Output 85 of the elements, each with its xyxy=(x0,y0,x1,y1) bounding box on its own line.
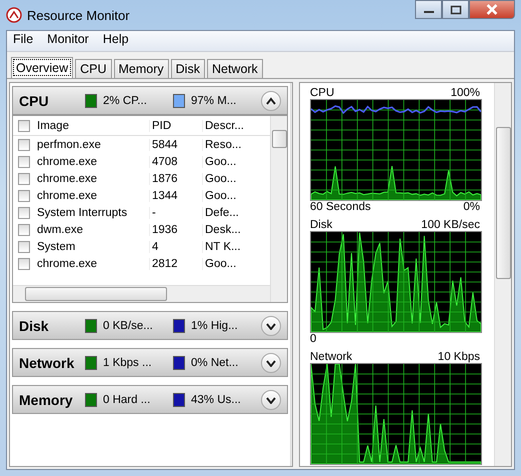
table-cell: System Interrupts xyxy=(35,206,150,218)
table-cell-text: Reso... xyxy=(204,138,242,150)
toggle-button[interactable] xyxy=(261,390,281,410)
graph-title: Network xyxy=(310,351,352,363)
maximize-icon xyxy=(450,4,462,14)
column-header[interactable]: PID xyxy=(150,120,203,132)
section-header[interactable]: Memory 0 Hard ... 43% Us... xyxy=(12,385,288,414)
tab[interactable]: Overview xyxy=(11,57,74,78)
menu-item[interactable]: Monitor xyxy=(47,32,89,50)
table-cell: System xyxy=(35,240,150,252)
chevron-icon xyxy=(266,358,276,366)
table-cell-text: Desk... xyxy=(204,224,242,236)
section-header[interactable]: CPU 2% CP... 97% M... xyxy=(12,86,288,115)
indicator-text: 97% M... xyxy=(191,94,238,106)
table-cell: dwm.exe xyxy=(35,224,150,236)
table-cell: chrome.exe xyxy=(35,172,150,184)
tab[interactable]: Memory xyxy=(114,59,169,78)
section-header[interactable]: Network 1 Kbps ... 0% Net... xyxy=(12,348,288,377)
graph-scale-label: 100% xyxy=(450,87,480,99)
graph-min-label: 0 xyxy=(310,333,316,345)
checkbox[interactable] xyxy=(18,190,30,202)
maximize-button[interactable] xyxy=(442,0,469,19)
table-cell-text: Goo... xyxy=(204,172,238,184)
indicator-text: 0 Hard ... xyxy=(103,394,152,406)
table-cell: 1876 xyxy=(150,172,203,184)
indicator-text: 43% Us... xyxy=(191,394,242,406)
table-cell-text: NT K... xyxy=(204,240,242,252)
checkbox[interactable] xyxy=(18,138,30,150)
section-header[interactable]: Disk 0 KB/se... 1% Hig... xyxy=(12,311,288,340)
tab[interactable]: CPU xyxy=(75,59,112,78)
column-header[interactable]: Image xyxy=(35,120,150,132)
section-title: CPU xyxy=(19,92,50,108)
table-cell: 4708 xyxy=(150,156,203,168)
table-cell-text: Defe... xyxy=(204,206,240,218)
close-button[interactable] xyxy=(469,0,515,19)
section-title: Network xyxy=(19,354,76,370)
indicator-text: 0% Net... xyxy=(191,356,240,368)
table-cell: - xyxy=(150,206,203,218)
table-cell-text: Goo... xyxy=(204,156,238,168)
section-title: Memory xyxy=(19,392,74,408)
checkbox[interactable] xyxy=(18,206,30,218)
close-icon xyxy=(485,4,499,15)
graph-time-label: 60 Seconds xyxy=(310,201,371,213)
checkbox[interactable] xyxy=(18,224,30,236)
horizontal-scrollbar[interactable] xyxy=(13,285,270,302)
tab[interactable]: Disk xyxy=(170,59,205,78)
indicator-text: 1% Hig... xyxy=(191,320,239,332)
tab[interactable]: Network xyxy=(206,59,263,78)
toggle-button[interactable] xyxy=(261,352,281,372)
table-cell: 1344 xyxy=(150,190,203,202)
section-title: Disk xyxy=(19,318,50,334)
table-cell: chrome.exe xyxy=(35,190,150,202)
table-cell: 5844 xyxy=(150,138,203,150)
app-icon xyxy=(6,7,22,23)
indicator-text: 1 Kbps ... xyxy=(103,356,153,368)
table-cell: 1936 xyxy=(150,224,203,236)
table-cell: 2812 xyxy=(150,258,203,270)
menu-item[interactable]: Help xyxy=(102,32,129,50)
checkbox[interactable] xyxy=(18,120,30,132)
graph-scale-label: 100 KB/sec xyxy=(421,219,480,231)
column-header[interactable]: Descr... xyxy=(203,120,255,132)
graph-title: Disk xyxy=(310,219,332,231)
window-title: Resource Monitor xyxy=(27,8,130,22)
checkbox[interactable] xyxy=(18,240,30,252)
chevron-icon xyxy=(266,396,276,404)
graph-scale-label: 10 Kbps xyxy=(438,351,480,363)
graph-title: CPU xyxy=(310,87,334,99)
table-cell: chrome.exe xyxy=(35,156,150,168)
checkbox[interactable] xyxy=(18,258,30,270)
table-cell: 4 xyxy=(150,240,203,252)
table-cell: chrome.exe xyxy=(35,258,150,270)
indicator-text: 2% CP... xyxy=(103,94,148,106)
toggle-button[interactable] xyxy=(261,316,281,336)
graph-min-label: 0% xyxy=(463,201,480,213)
table-cell-text: Goo... xyxy=(204,258,238,270)
indicator-text: 0 KB/se... xyxy=(103,320,154,332)
checkbox[interactable] xyxy=(18,156,30,168)
table-cell: perfmon.exe xyxy=(35,138,150,150)
menu-item[interactable]: File xyxy=(13,32,34,50)
minimize-button[interactable] xyxy=(415,0,442,19)
table-cell-text: Goo... xyxy=(204,190,238,202)
checkbox[interactable] xyxy=(18,172,30,184)
toggle-button[interactable] xyxy=(261,90,281,110)
chevron-icon xyxy=(266,96,276,104)
chevron-icon xyxy=(266,322,276,330)
